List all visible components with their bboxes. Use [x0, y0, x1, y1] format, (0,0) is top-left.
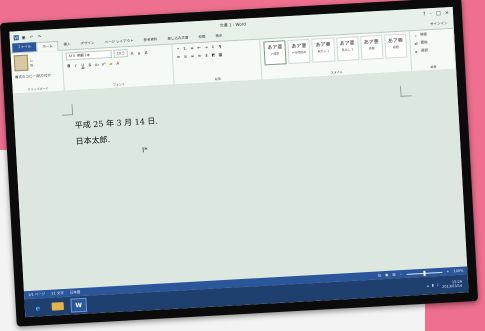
- zoom-slider[interactable]: [406, 270, 443, 276]
- shrink-font-icon[interactable]: a: [136, 50, 141, 55]
- find-icon: ⌕: [414, 32, 417, 38]
- tab-references[interactable]: 参考資料: [138, 35, 162, 45]
- find-button[interactable]: 検索: [420, 32, 427, 37]
- tab-mailings[interactable]: 差し込み文書: [162, 33, 193, 44]
- language-indicator[interactable]: 日本語: [70, 290, 81, 296]
- justify-icon[interactable]: ≡: [197, 53, 202, 58]
- underline-icon[interactable]: U: [80, 62, 85, 67]
- style-subtitle[interactable]: あア亜 副題: [383, 33, 408, 59]
- borders-icon[interactable]: ▦: [218, 52, 223, 57]
- subscript-icon[interactable]: x₂: [94, 62, 99, 67]
- bullets-icon[interactable]: •: [175, 46, 180, 51]
- zoom-out-icon[interactable]: −: [400, 272, 403, 276]
- zoom-slider-thumb[interactable]: [423, 270, 426, 276]
- decrease-indent-icon[interactable]: ⇤: [196, 45, 201, 50]
- word-logo-icon: W: [13, 34, 19, 40]
- style-title[interactable]: あア亜 表題: [359, 34, 384, 61]
- help-icon[interactable]: ?: [423, 11, 426, 17]
- mouse-cursor-icon: I*: [141, 146, 148, 155]
- word-count[interactable]: 11 文字: [51, 290, 64, 296]
- page-info[interactable]: 1/1 ページ: [28, 292, 45, 298]
- paste-icon[interactable]: [13, 54, 29, 72]
- internet-explorer-icon[interactable]: e: [30, 301, 45, 314]
- align-left-icon[interactable]: ≡: [176, 54, 181, 59]
- bold-icon[interactable]: B: [66, 63, 71, 68]
- select-icon: ▸: [415, 48, 418, 54]
- document-body[interactable]: 平成 25 年 3 月 14 日. 日本太郎.: [74, 113, 159, 150]
- editing-group: ⌕ 検索 ⇄ 置換 ▸ 選択 編集: [409, 28, 457, 72]
- word-window: W ▣ ↶ ↷ 文書 1 - Word ? – □ × ファイル ホーム 挿入 …: [9, 6, 469, 318]
- tab-view[interactable]: 表示: [210, 31, 227, 41]
- minimize-icon[interactable]: –: [429, 11, 432, 17]
- file-explorer-button[interactable]: [50, 300, 65, 313]
- align-center-icon[interactable]: ≡: [183, 54, 188, 59]
- margin-mark-top-left: [61, 104, 74, 116]
- numbering-icon[interactable]: 1.: [182, 46, 187, 51]
- clock[interactable]: 15:29 2013/03/14: [441, 280, 463, 289]
- sign-in-link[interactable]: サインイン: [430, 21, 452, 27]
- italic-icon[interactable]: I: [73, 63, 78, 68]
- style-no-spacing[interactable]: あア亜 ↵行間詰め: [287, 38, 311, 65]
- select-button[interactable]: 選択: [421, 48, 428, 53]
- sort-icon[interactable]: ↕: [210, 44, 215, 49]
- multilevel-icon[interactable]: ≡: [189, 45, 194, 50]
- web-layout-icon[interactable]: ▥: [392, 272, 396, 276]
- window-controls: ? – □ ×: [423, 10, 449, 17]
- tray-arrow-icon[interactable]: ▴: [427, 284, 429, 288]
- replace-icon: ⇄: [414, 40, 418, 47]
- format-painter-button[interactable]: 書式のコピー/貼り付け: [15, 73, 60, 81]
- tab-insert[interactable]: 挿入: [58, 40, 75, 50]
- word-taskbar-icon[interactable]: W: [70, 297, 88, 313]
- style-heading-1[interactable]: あア亜 見出し 1: [311, 37, 336, 63]
- zoom-level[interactable]: 100%: [453, 269, 463, 274]
- volume-icon[interactable]: ♪: [437, 283, 439, 287]
- line-spacing-icon[interactable]: ↨: [204, 53, 209, 58]
- print-layout-icon[interactable]: ▣: [385, 273, 389, 277]
- document-area: 平成 25 年 3 月 14 日. 日本太郎. I*: [12, 68, 468, 292]
- replace-button[interactable]: 置換: [421, 40, 428, 45]
- quick-access-toolbar: W ▣ ↶ ↷: [13, 33, 43, 40]
- maximize-icon[interactable]: □: [436, 11, 441, 17]
- folder-icon: [51, 302, 64, 311]
- system-tray: ▴ ▮ ♪ 15:29 2013/03/14: [427, 280, 463, 290]
- strikethrough-icon[interactable]: S̶: [87, 62, 92, 67]
- zoom-in-icon[interactable]: +: [446, 269, 449, 273]
- increase-indent-icon[interactable]: ⇥: [203, 45, 208, 50]
- tab-home[interactable]: ホーム: [35, 40, 59, 52]
- show-marks-icon[interactable]: ¶: [217, 44, 222, 49]
- monitor-bezel: W ▣ ↶ ↷ 文書 1 - Word ? – □ × ファイル ホーム 挿入 …: [0, 0, 479, 327]
- document-page[interactable]: 平成 25 年 3 月 14 日. 日本太郎. I*: [41, 74, 442, 290]
- copy-icon[interactable]: ⧉: [30, 63, 33, 67]
- clear-format-icon[interactable]: A̸: [143, 49, 148, 54]
- shading-icon[interactable]: ◩: [211, 52, 216, 57]
- undo-icon[interactable]: ↶: [30, 34, 35, 39]
- close-icon[interactable]: ×: [445, 10, 450, 16]
- paragraph-group: • 1. ≡ ⇤ ⇥ ↕ ¶ ≡ ≡ ≡ ≡ ↨ ◩ ▦ 段落: [172, 39, 263, 85]
- margin-mark-top-right: [400, 85, 412, 97]
- clipboard-group: ✂ ⧉ 書式のコピー/貼り付け クリップボード: [10, 50, 65, 94]
- font-color-icon[interactable]: A: [115, 60, 120, 66]
- font-group: ＭＳ 明朝 (本 10.5 A a A̸ B I U S̶ x₂ x² ▰ A …: [62, 44, 175, 91]
- tab-design[interactable]: デザイン: [75, 39, 99, 49]
- style-normal[interactable]: あア亜 ↵標準: [263, 40, 287, 66]
- network-icon[interactable]: ▮: [432, 283, 434, 287]
- tab-review[interactable]: 校閲: [193, 32, 210, 42]
- save-icon[interactable]: ▣: [22, 34, 27, 39]
- style-heading-2[interactable]: あア亜 見出し 2: [335, 36, 360, 62]
- font-name-select[interactable]: ＭＳ 明朝 (本: [65, 49, 112, 61]
- align-right-icon[interactable]: ≡: [190, 53, 195, 58]
- font-size-select[interactable]: 10.5: [113, 49, 128, 58]
- clock-date: 2013/03/14: [441, 283, 463, 289]
- superscript-icon[interactable]: x²: [101, 61, 106, 66]
- read-mode-icon[interactable]: ▤: [378, 273, 382, 277]
- grow-font-icon[interactable]: A: [129, 50, 134, 55]
- highlight-icon[interactable]: ▰: [108, 61, 113, 66]
- tab-file[interactable]: ファイル: [12, 42, 37, 53]
